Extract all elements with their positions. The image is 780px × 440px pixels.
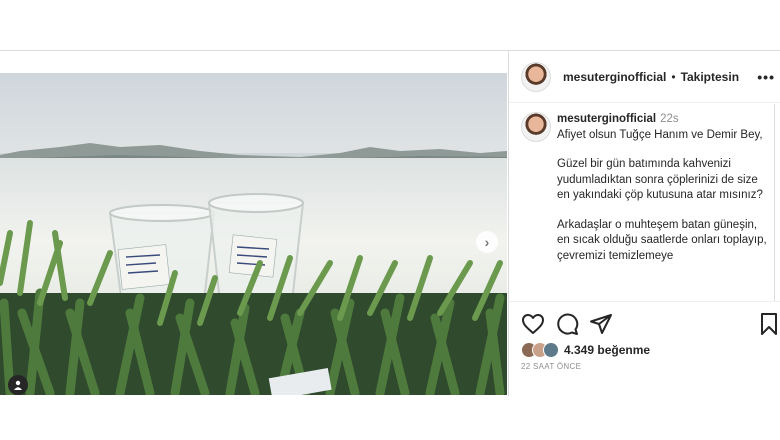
user-tag-icon xyxy=(14,380,22,390)
instagram-post-view: › mesuterginofficial • Takiptesin ••• me… xyxy=(0,0,780,440)
post-timestamp[interactable]: 22 SAAT ÖNCE xyxy=(521,362,581,371)
post-frame: › mesuterginofficial • Takiptesin ••• me… xyxy=(0,50,780,396)
avatar[interactable] xyxy=(521,61,551,92)
post-side-panel: mesuterginofficial • Takiptesin ••• mesu… xyxy=(508,51,780,396)
follow-status-button[interactable]: Takiptesin xyxy=(681,70,739,84)
bookmark-icon[interactable] xyxy=(757,312,780,336)
post-header: mesuterginofficial • Takiptesin ••• xyxy=(509,51,780,103)
caption-paragraph-3: Arkadaşlar o muhteşem batan güneşin, en … xyxy=(557,218,767,262)
post-actions: 4.349 beğenme 22 SAAT ÖNCE xyxy=(509,301,780,396)
caption-time: 22s xyxy=(660,113,679,125)
user-tag-button[interactable] xyxy=(8,375,28,395)
likes-count[interactable]: 4.349 beğenme xyxy=(564,343,650,357)
heart-icon[interactable] xyxy=(521,312,545,336)
more-options-icon[interactable]: ••• xyxy=(757,69,775,85)
next-photo-button[interactable]: › xyxy=(476,231,498,253)
liker-avatar xyxy=(543,342,559,358)
caption-paragraph-1: Afiyet olsun Tuğçe Hanım ve Demir Bey, xyxy=(557,128,763,141)
caption-text: mesuterginofficial 22s Afiyet olsun Tuğçe… xyxy=(557,112,769,278)
caption-paragraph-2: Güzel bir gün batımında kahvenizi yuduml… xyxy=(557,158,763,201)
photo-plants xyxy=(0,220,507,395)
likes-row[interactable]: 4.349 beğenme xyxy=(521,342,650,358)
caption-scroll-area[interactable]: mesuterginofficial 22s Afiyet olsun Tuğçe… xyxy=(509,104,775,301)
header-separator: • xyxy=(671,69,676,84)
caption-avatar[interactable] xyxy=(521,112,551,142)
header-username[interactable]: mesuterginofficial xyxy=(563,70,666,84)
caption-username[interactable]: mesuterginofficial xyxy=(557,113,656,125)
share-icon[interactable] xyxy=(589,312,613,336)
comment-icon[interactable] xyxy=(555,312,579,336)
post-photo[interactable]: › xyxy=(0,73,507,395)
chevron-right-icon: › xyxy=(484,234,490,250)
